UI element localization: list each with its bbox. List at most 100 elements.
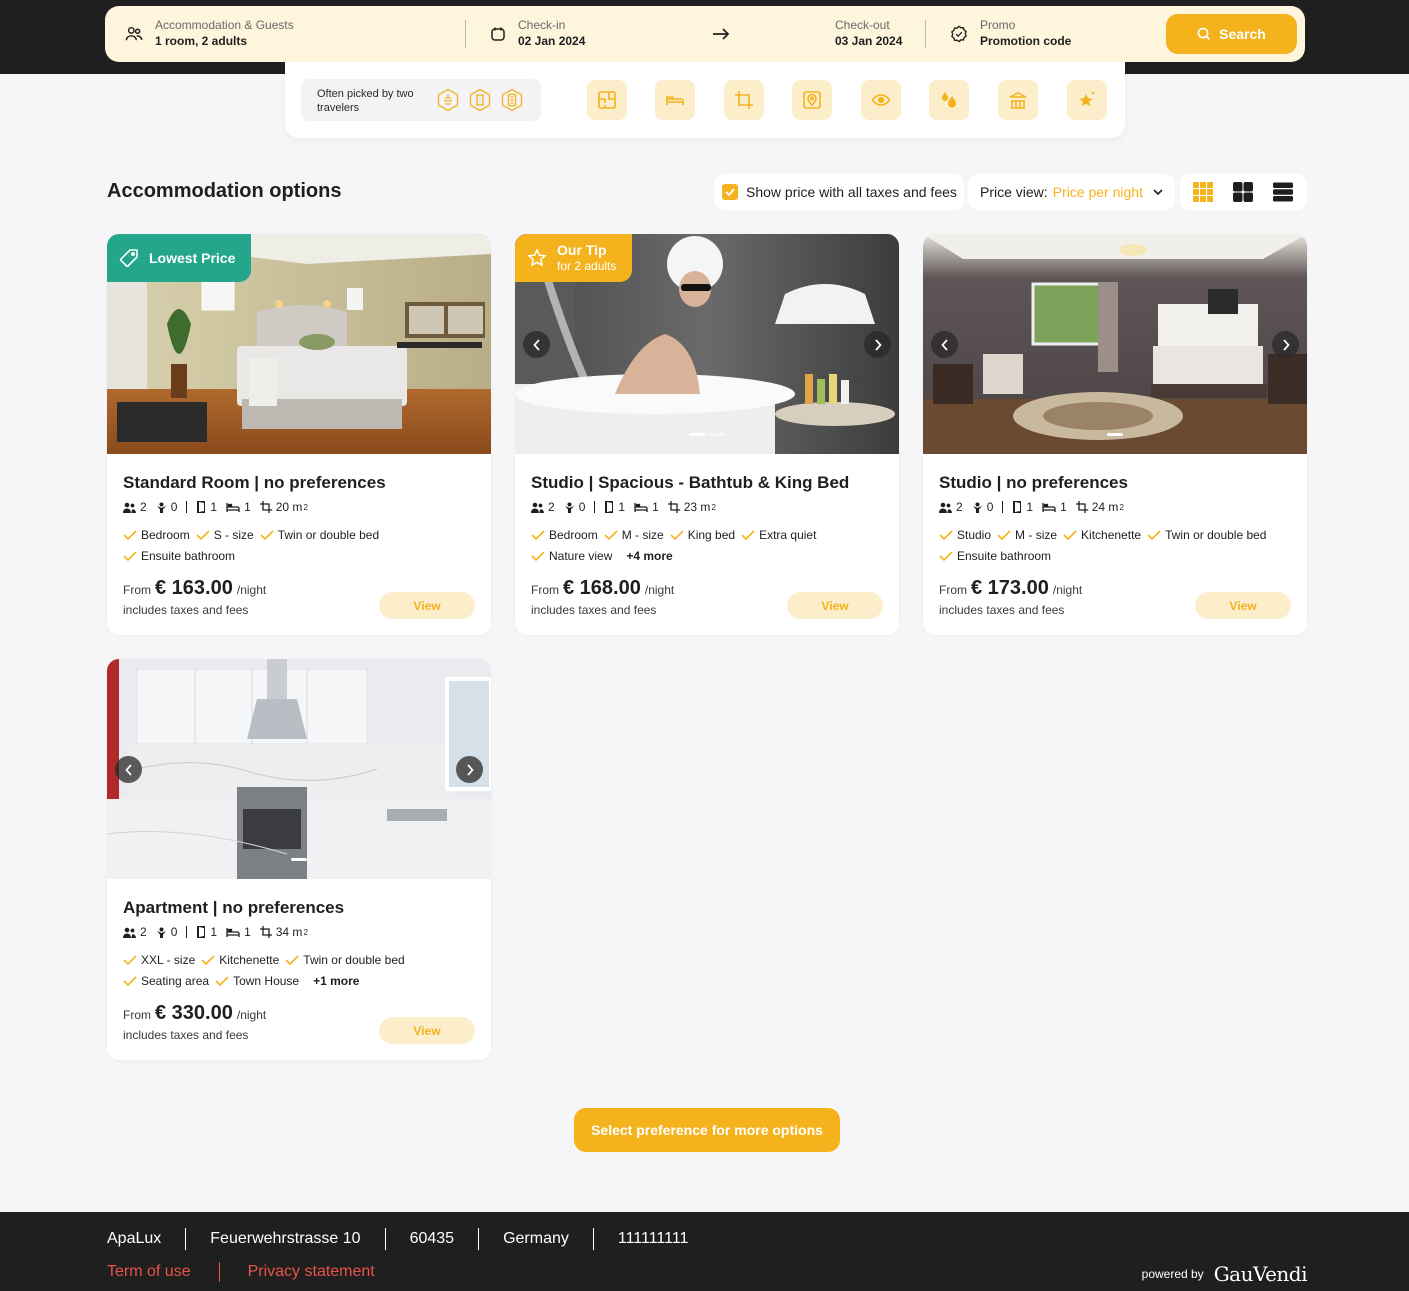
promo-label: Promo	[980, 18, 1016, 32]
from-label: From	[939, 583, 967, 597]
dot[interactable]	[1107, 433, 1123, 436]
grid-3-icon[interactable]	[1193, 182, 1213, 202]
brand-logo[interactable]: GauVendi	[1214, 1262, 1308, 1286]
check-icon	[939, 530, 953, 540]
list-view-icon[interactable]	[1273, 182, 1293, 202]
check-icon	[201, 955, 215, 965]
grid-2-icon[interactable]	[1233, 182, 1253, 202]
room-card[interactable]: Apartment | no preferences 2 0 1 1 34 m2…	[107, 659, 491, 1060]
hex-badge-icon	[437, 88, 459, 112]
promo-field[interactable]: Promo Promotion code	[926, 6, 1156, 62]
room-specs: 2 0 1 1 23 m2	[531, 500, 725, 514]
bath-pref-button[interactable]	[929, 80, 969, 120]
check-icon	[1063, 530, 1077, 540]
view-button[interactable]: View	[1195, 592, 1291, 619]
next-photo-button[interactable]	[1272, 331, 1299, 358]
bed-icon	[666, 96, 684, 105]
feature-label: Kitchenette	[1081, 528, 1142, 542]
view-button[interactable]: View	[379, 592, 475, 619]
adults-spec: 2	[939, 500, 963, 514]
checkin-value: 02 Jan 2024	[518, 34, 586, 48]
chevron-left-icon	[940, 338, 948, 351]
includes-taxes-label: includes taxes and fees	[531, 603, 657, 617]
feature: Kitchenette	[201, 953, 279, 967]
search-icon	[1197, 27, 1211, 41]
more-features-link[interactable]: +1 more	[313, 974, 359, 988]
feature-label: King bed	[687, 528, 736, 542]
terms-link[interactable]: Term of use	[107, 1262, 219, 1282]
room-photo[interactable]: Our Tip for 2 adults	[515, 234, 899, 454]
room-photo[interactable]	[923, 234, 1307, 454]
page-title: Accommodation options	[107, 180, 342, 202]
hex-badge-icon	[501, 88, 523, 112]
beds-spec: 1	[226, 925, 251, 939]
price-view-dropdown[interactable]: Price view: Price per night	[968, 174, 1175, 210]
special-pref-button[interactable]	[1067, 80, 1107, 120]
badge-title: Our Tip	[557, 242, 607, 258]
room-title: Apartment | no preferences	[123, 898, 345, 917]
feature-label: Twin or double bed	[303, 953, 405, 967]
privacy-link[interactable]: Privacy statement	[218, 1262, 403, 1282]
view-pref-button[interactable]	[861, 80, 901, 120]
room-card[interactable]: Studio | no preferences 2 0 1 1 24 m2 St…	[923, 234, 1307, 635]
prev-photo-button[interactable]	[115, 756, 142, 783]
from-label: From	[123, 1008, 151, 1022]
price-line: From € 330.00 /night	[123, 1002, 266, 1025]
room-photo[interactable]	[107, 659, 491, 879]
children-count: 0	[986, 500, 994, 514]
more-options-button[interactable]: Select preference for more options	[574, 1108, 840, 1152]
often-picked-box[interactable]: Often picked by two travelers	[301, 79, 541, 121]
location-pref-button[interactable]	[792, 80, 832, 120]
prev-photo-button[interactable]	[931, 331, 958, 358]
badge-subtitle: for 2 adults	[557, 259, 617, 273]
feature: Twin or double bed	[1147, 528, 1266, 542]
hotel-phone: 111111111	[592, 1228, 713, 1250]
search-button[interactable]: Search	[1166, 14, 1297, 54]
our-tip-badge: Our Tip for 2 adults	[515, 234, 633, 282]
room-card[interactable]: Our Tip for 2 adults Studio | Spacious -…	[515, 234, 899, 635]
room-photo[interactable]: Lowest Price	[107, 234, 491, 454]
room-card[interactable]: Lowest Price Standard Room | no preferen…	[107, 234, 491, 635]
beds-count: 1	[244, 500, 251, 514]
chevron-left-icon	[532, 338, 540, 351]
balcony-icon	[1009, 92, 1027, 109]
per-night-label: /night	[236, 1008, 267, 1022]
floorplan-pref-button[interactable]	[587, 80, 627, 120]
guests-selector[interactable]: Accommodation & Guests 1 room, 2 adults	[105, 6, 465, 62]
feature-label: M - size	[1015, 528, 1058, 542]
adults-count: 2	[140, 500, 147, 514]
next-photo-button[interactable]	[864, 331, 891, 358]
next-photo-button[interactable]	[456, 756, 483, 783]
area-pref-button[interactable]	[724, 80, 764, 120]
bed-small-icon	[226, 502, 240, 512]
balcony-pref-button[interactable]	[998, 80, 1038, 120]
dot[interactable]	[291, 858, 307, 861]
tax-toggle[interactable]: Show price with all taxes and fees	[714, 174, 964, 210]
feature-row: Nature view +4 more	[531, 549, 673, 563]
feature-label: Twin or double bed	[277, 528, 380, 542]
view-button[interactable]: View	[379, 1017, 475, 1044]
rooms-spec: 1	[1012, 500, 1033, 514]
feature: Bedroom	[531, 528, 598, 542]
date-arrow	[666, 6, 775, 62]
check-icon	[285, 955, 299, 965]
checkin-selector[interactable]: Check-in 02 Jan 2024	[466, 6, 666, 62]
check-icon	[123, 551, 137, 561]
checkbox[interactable]	[722, 184, 738, 200]
area-spec: 23 m2	[667, 500, 716, 514]
area-spec: 34 m2	[259, 925, 308, 939]
feature-label: Twin or double bed	[1165, 528, 1267, 542]
more-features-link[interactable]: +4 more	[626, 549, 672, 563]
dot[interactable]	[709, 433, 725, 436]
prev-photo-button[interactable]	[523, 331, 550, 358]
checkout-selector[interactable]: Check-out 03 Jan 2024	[775, 6, 925, 62]
view-button[interactable]: View	[787, 592, 883, 619]
child-icon	[972, 502, 982, 513]
dot[interactable]	[689, 433, 705, 436]
area-spec: 24 m2	[1075, 500, 1124, 514]
from-label: From	[531, 583, 559, 597]
feature: M - size	[604, 528, 664, 542]
bed-pref-button[interactable]	[655, 80, 695, 120]
rooms-count: 1	[618, 500, 626, 514]
check-icon	[215, 976, 229, 986]
